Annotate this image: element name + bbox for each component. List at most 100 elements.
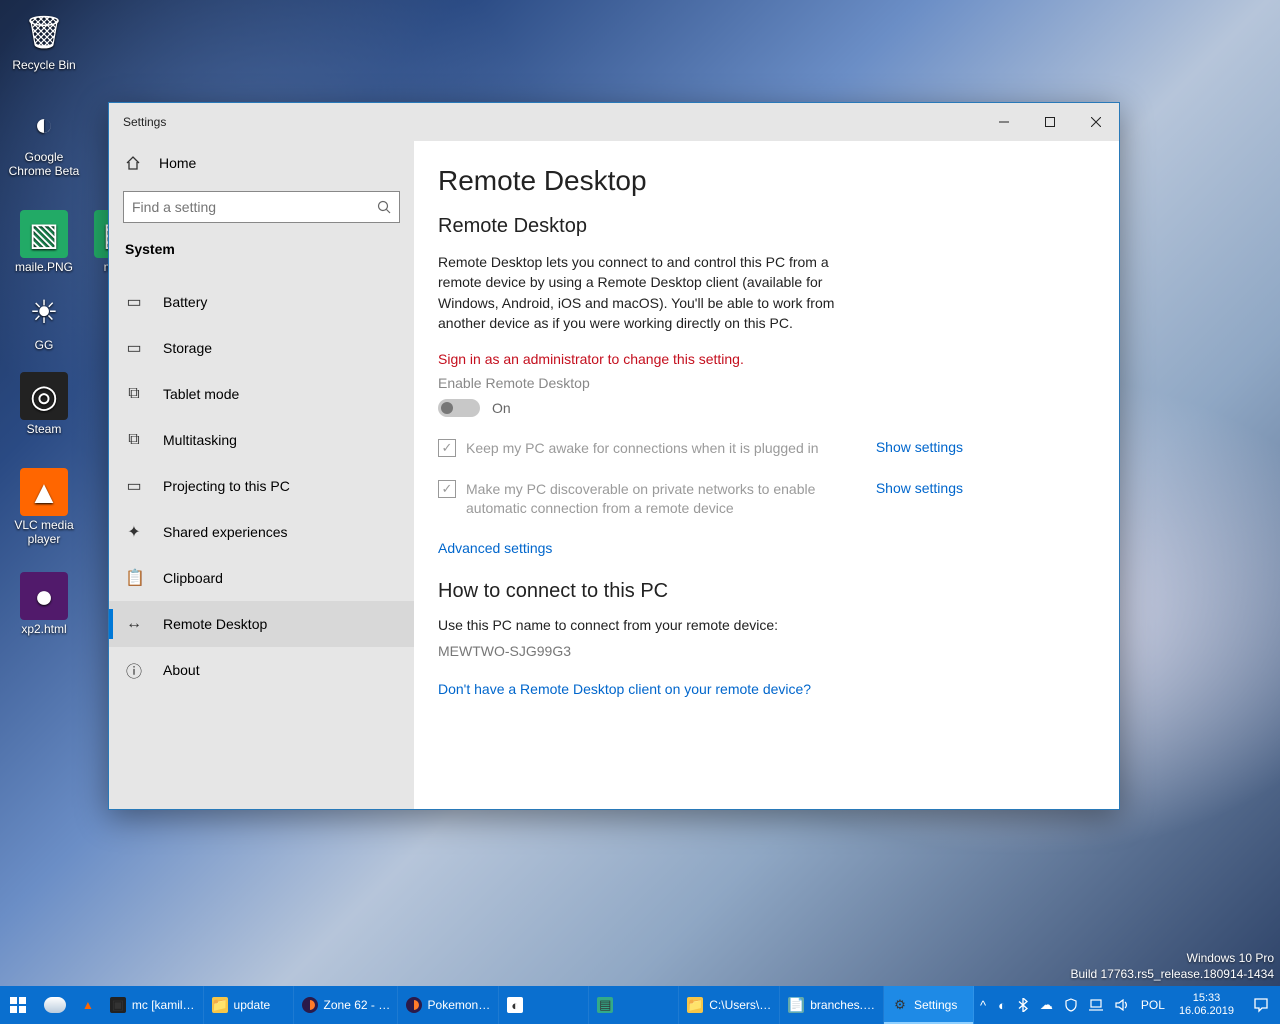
pc-name: MEWTWO-SJG99G3	[438, 643, 1095, 659]
taskbar-task[interactable]: 📄branches.…	[780, 986, 884, 1024]
taskbar-pin-vlc[interactable]: ▲	[74, 986, 102, 1024]
home-icon	[125, 155, 141, 171]
nav-item-remote-desktop[interactable]: ↔Remote Desktop	[109, 601, 414, 647]
taskbar-task[interactable]: ▣mc [kamil…	[102, 986, 204, 1024]
search-icon	[377, 200, 391, 214]
watermark: Windows 10 Pro Build 17763.rs5_release.1…	[1071, 950, 1275, 982]
toggle-state: On	[492, 400, 511, 416]
option-discoverable-label: Make my PC discoverable on private netwo…	[466, 480, 868, 518]
nav-icon: ⓘ	[125, 658, 143, 682]
desktop-icon-google-chrome-beta[interactable]: ◐Google Chrome Beta	[6, 100, 82, 178]
nav-icon: ⧉	[125, 431, 143, 449]
option-keep-awake: ✓ Keep my PC awake for connections when …	[438, 439, 868, 458]
tray-security-icon[interactable]	[1059, 986, 1083, 1024]
checkbox-discoverable[interactable]: ✓	[438, 480, 456, 498]
search-input[interactable]	[132, 199, 377, 215]
nav-icon: ▭	[125, 292, 143, 312]
nav-icon: ▭	[125, 476, 143, 496]
task-label: C:\Users\…	[709, 998, 771, 1012]
nav-item-projecting-to-this-pc[interactable]: ▭ Projecting to this PC	[109, 463, 414, 509]
titlebar[interactable]: Settings	[109, 103, 1119, 141]
nav-item-label: Multitasking	[163, 432, 237, 448]
system-tray: ^ ◐ ☁ POL 15:33 16.06.2019	[974, 986, 1280, 1024]
taskbar-task[interactable]: ⚙Settings	[884, 986, 974, 1024]
nav-item-label: Storage	[163, 340, 212, 356]
nav-item-about[interactable]: ⓘ About	[109, 647, 414, 693]
settings-window: Settings Home	[108, 102, 1120, 810]
nav-item-label: About	[163, 662, 200, 678]
maximize-button[interactable]	[1027, 103, 1073, 141]
category-label: System	[109, 235, 414, 267]
desktop-icon-maile-png[interactable]: ▧maile.PNG	[6, 210, 82, 274]
sidebar: Home System ⏻Power & sleep▭Battery▭Stora…	[109, 141, 414, 809]
tray-network-icon[interactable]	[1083, 986, 1109, 1024]
tray-clock[interactable]: 15:33 16.06.2019	[1171, 992, 1242, 1017]
taskbar-task[interactable]: Pokemon…	[398, 986, 500, 1024]
taskbar-pin-1[interactable]	[36, 986, 74, 1024]
window-title: Settings	[123, 115, 166, 129]
taskbar-task[interactable]: ◐	[499, 986, 589, 1024]
taskbar-task[interactable]: ▤	[589, 986, 679, 1024]
tray-date: 16.06.2019	[1179, 1005, 1234, 1018]
tray-onedrive-icon[interactable]: ☁	[1034, 986, 1059, 1024]
nav-item-label: Shared experiences	[163, 524, 288, 540]
taskbar-task[interactable]: 📁update	[204, 986, 294, 1024]
task-label: Settings	[914, 998, 957, 1012]
howto-text: Use this PC name to connect from your re…	[438, 617, 1095, 633]
taskbar-task[interactable]: Zone 62 - …	[294, 986, 398, 1024]
enable-label: Enable Remote Desktop	[438, 375, 1095, 391]
intro-text: Remote Desktop lets you connect to and c…	[438, 252, 868, 333]
task-label: mc [kamil…	[132, 998, 195, 1012]
nav-icon: ⧉	[125, 385, 143, 403]
search-box[interactable]	[123, 191, 400, 223]
show-settings-link-2[interactable]: Show settings	[876, 480, 963, 496]
nav-icon: ▭	[125, 338, 143, 358]
tray-bluetooth-icon[interactable]	[1012, 986, 1034, 1024]
task-label: Pokemon…	[428, 998, 491, 1012]
nav-item-multitasking[interactable]: ⧉ Multitasking	[109, 417, 414, 463]
tray-time: 15:33	[1179, 992, 1234, 1005]
admin-warning: Sign in as an administrator to change th…	[438, 351, 1095, 367]
nav-list: ⏻Power & sleep▭Battery▭Storage⧉Tablet mo…	[109, 267, 414, 809]
nav-icon: 📋	[125, 568, 143, 588]
advanced-settings-link[interactable]: Advanced settings	[438, 540, 1095, 556]
tray-chevron-icon[interactable]: ^	[974, 986, 992, 1024]
start-button[interactable]	[0, 986, 36, 1024]
nav-item-tablet-mode[interactable]: ⧉ Tablet mode	[109, 371, 414, 417]
nav-item-label: Projecting to this PC	[163, 478, 290, 494]
nav-item-label: Clipboard	[163, 570, 223, 586]
tray-language[interactable]: POL	[1135, 986, 1171, 1024]
nav-item-battery[interactable]: ▭Battery	[109, 279, 414, 325]
no-client-link[interactable]: Don't have a Remote Desktop client on yo…	[438, 681, 1095, 697]
tray-volume-icon[interactable]	[1109, 986, 1135, 1024]
option-discoverable: ✓ Make my PC discoverable on private net…	[438, 480, 868, 518]
desktop-icon-xp2-html[interactable]: ●xp2.html	[6, 572, 82, 636]
nav-item-label: Tablet mode	[163, 386, 239, 402]
nav-item-power-sleep[interactable]: ⏻Power & sleep	[109, 267, 414, 279]
enable-remote-desktop-toggle[interactable]	[438, 399, 480, 417]
task-label: branches.…	[810, 998, 875, 1012]
desktop-icon-recycle-bin[interactable]: 🗑Recycle Bin	[6, 8, 82, 72]
desktop-icon-gg[interactable]: ☀GG	[6, 288, 82, 352]
desktop-icon-vlc-media-player[interactable]: ▲VLC media player	[6, 468, 82, 546]
action-center-button[interactable]	[1242, 997, 1280, 1013]
nav-home[interactable]: Home	[109, 141, 414, 185]
page-title: Remote Desktop	[438, 165, 1095, 197]
task-label: Zone 62 - …	[324, 998, 391, 1012]
option-keep-awake-label: Keep my PC awake for connections when it…	[466, 439, 819, 458]
nav-icon: ↔	[125, 615, 143, 633]
nav-item-shared-experiences[interactable]: ✦Shared experiences	[109, 509, 414, 555]
checkbox-keep-awake[interactable]: ✓	[438, 439, 456, 457]
content-pane: Remote Desktop Remote Desktop Remote Des…	[414, 141, 1119, 809]
desktop-icon-steam[interactable]: ◎Steam	[6, 372, 82, 436]
taskbar-task[interactable]: 📁C:\Users\…	[679, 986, 780, 1024]
nav-item-storage[interactable]: ▭ Storage	[109, 325, 414, 371]
show-settings-link-1[interactable]: Show settings	[876, 439, 963, 455]
nav-item-clipboard[interactable]: 📋 Clipboard	[109, 555, 414, 601]
taskbar: ▲ ▣mc [kamil…📁update Zone 62 - … Pokemon… ◐…	[0, 986, 1280, 1024]
desktop: 🗑Recycle Bin ◐Google Chrome Beta ▧maile.PN…	[0, 0, 1280, 1024]
minimize-button[interactable]	[981, 103, 1027, 141]
tray-app-icon[interactable]: ◐	[992, 986, 1012, 1024]
close-button[interactable]	[1073, 103, 1119, 141]
section-remote-desktop: Remote Desktop	[438, 215, 1095, 238]
